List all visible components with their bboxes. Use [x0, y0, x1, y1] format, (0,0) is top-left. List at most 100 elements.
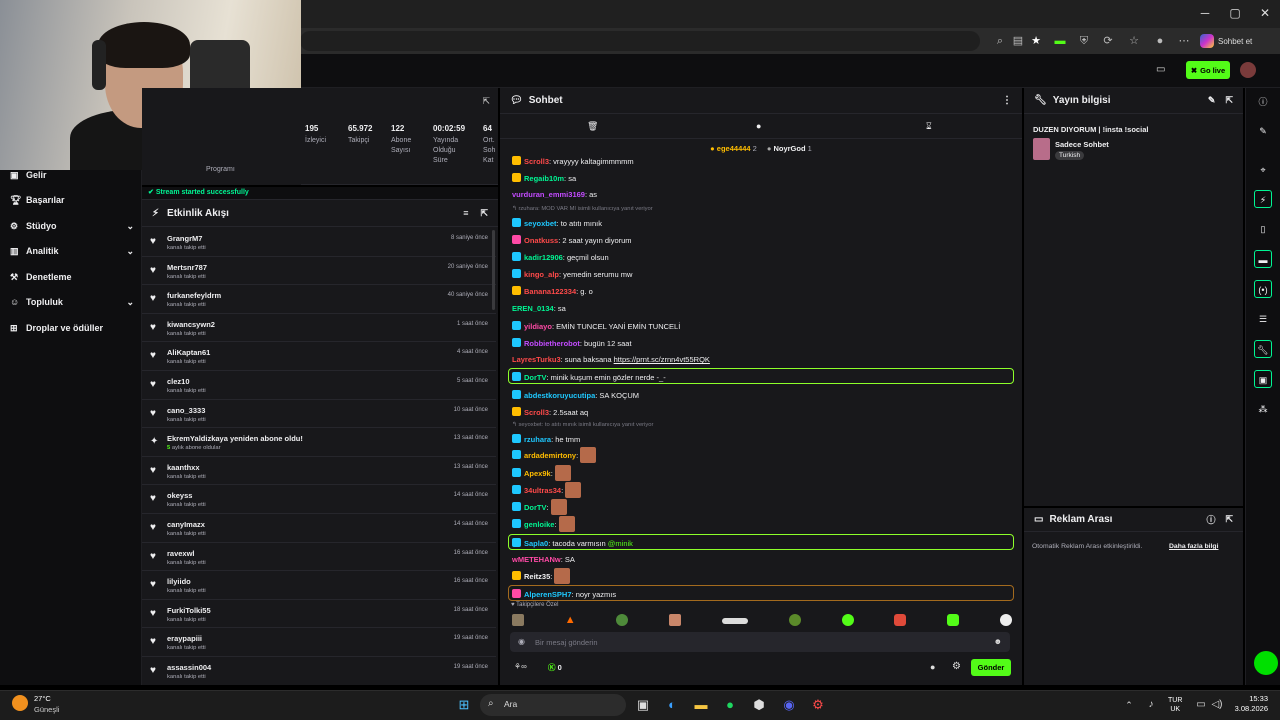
activity-item[interactable]: ♥ clez10 kanalı takip etti 5 saat önce: [142, 371, 496, 400]
category-name[interactable]: Sadece Sohbet: [1055, 140, 1109, 149]
chat-message[interactable]: yildiayo: EMİN TUNCEL YANİ EMİN TUNCELİ: [512, 320, 680, 331]
task-view-icon[interactable]: ▣: [634, 696, 652, 714]
chat-username[interactable]: Robbietherobot: [524, 339, 580, 348]
app-icon[interactable]: ⬢: [750, 696, 768, 714]
sidebar-item-droplar[interactable]: ⊞ Droplar ve ödüller: [10, 318, 134, 338]
chat-message[interactable]: 34ultras34:: [512, 481, 582, 498]
weather-temp[interactable]: 27°C: [34, 694, 51, 703]
settings-icon[interactable]: ⚙: [952, 661, 961, 672]
chat-message[interactable]: Reitz35:: [512, 568, 571, 585]
activity-item[interactable]: ♥ okeyss kanalı takip etti 14 saat önce: [142, 485, 496, 514]
popout-icon[interactable]: ⇱: [480, 208, 488, 219]
emote-icon[interactable]: [999, 614, 1012, 626]
chat-message[interactable]: rzuhara: he tmm: [512, 434, 580, 444]
sidebar-item-denetleme[interactable]: ⚒ Denetleme: [10, 267, 134, 287]
wrench-icon[interactable]: 🔧︎: [1254, 340, 1272, 358]
theater-mode-icon[interactable]: ▭: [1156, 64, 1170, 76]
activity-user[interactable]: FurkiTolki55: [167, 606, 211, 615]
chat-username[interactable]: Sapla0: [524, 539, 548, 548]
chat-message[interactable]: genloike:: [512, 516, 575, 533]
emote-icon[interactable]: [947, 614, 960, 626]
chat-username[interactable]: DorTV: [524, 503, 547, 512]
chat-username[interactable]: kadir12906: [524, 253, 563, 262]
activity-user[interactable]: eraypapiii: [167, 634, 202, 643]
chat-username[interactable]: wMETEHANw: [512, 555, 561, 564]
sidebar-item-gelir[interactable]: ▣ Gelir: [10, 165, 134, 185]
activity-item[interactable]: ♥ Mertsnr787 kanalı takip etti 20 saniye ön…: [142, 257, 496, 286]
status-indicator[interactable]: [1254, 651, 1278, 675]
copilot-button[interactable]: Sohbet et: [1200, 32, 1252, 50]
emote-icon[interactable]: [554, 464, 571, 481]
chat-input[interactable]: ◉ Bir mesaj gönderin ☻: [510, 632, 1010, 652]
extension-shield-icon[interactable]: ⛨: [1076, 33, 1092, 49]
chat-message[interactable]: AlperenSPH7: noyr yazmıs: [512, 589, 616, 599]
activity-user[interactable]: ravexwl: [167, 549, 195, 558]
chat-message[interactable]: ardademirtony:: [512, 447, 597, 464]
url-field[interactable]: [300, 31, 980, 51]
activity-user[interactable]: furkanefeyldrm: [167, 291, 221, 300]
chat-username[interactable]: vurduran_emmi3169: [512, 190, 585, 199]
chat-username[interactable]: AlperenSPH7: [524, 590, 572, 599]
popout-icon[interactable]: ⇱: [1225, 95, 1233, 106]
edit-icon[interactable]: ✎: [1254, 122, 1272, 140]
close-icon[interactable]: ✕: [1250, 6, 1280, 22]
more-icon[interactable]: ⋯: [1176, 33, 1192, 49]
chat-message[interactable]: DorTV:: [512, 499, 567, 516]
activity-user[interactable]: okeyss: [167, 491, 192, 500]
chat-message[interactable]: vurduran_emmi3169: as: [512, 190, 597, 199]
sun-icon[interactable]: [12, 695, 28, 711]
chat-username[interactable]: Scroll3: [524, 408, 549, 417]
channel-points[interactable]: Ⓚ 0: [548, 662, 562, 673]
chat-message[interactable]: Robbietherobot: bugün 12 saat: [512, 338, 632, 348]
chat-username[interactable]: Reitz35: [524, 572, 550, 581]
edit-icon[interactable]: ✎: [1208, 95, 1216, 106]
emote-picker-icon[interactable]: ◉: [518, 637, 525, 646]
send-button[interactable]: Gönder: [971, 659, 1011, 676]
activity-item[interactable]: ♥ kaanthxx kanalı takip etti 13 saat önce: [142, 457, 496, 486]
app-icon[interactable]: ⚙: [809, 696, 827, 714]
chat-message[interactable]: Apex9k:: [512, 464, 571, 481]
chat-message[interactable]: Onatkuss: 2 saat yayın diyorum: [512, 234, 632, 245]
chat-username[interactable]: abdestkoruyucutipa: [524, 391, 595, 400]
activity-user[interactable]: GrangrM7: [167, 234, 202, 243]
bolt-icon[interactable]: ⚡︎: [1254, 190, 1272, 208]
info-icon[interactable]: ⓘ: [1206, 513, 1215, 526]
chat-message[interactable]: LayresTurku3: suna baksana https://prnt.…: [512, 355, 710, 364]
chat-message[interactable]: DorTV: minik kuşum emin gözler nerde -_-: [512, 372, 666, 382]
windows-start-icon[interactable]: ⊞: [455, 696, 473, 714]
activity-item[interactable]: ✦ EkremYaldizkaya yeniden abone oldu! 5 ay…: [142, 428, 496, 457]
trash-icon[interactable]: 🗑︎: [587, 121, 598, 132]
slow-mode-icon[interactable]: ⌛︎: [926, 121, 932, 132]
chat-mode-icon[interactable]: ●: [756, 121, 761, 131]
chat-username[interactable]: Banana122334: [524, 287, 576, 296]
chat-message[interactable]: abdestkoruyucutipa: SA KOÇUM: [512, 389, 639, 400]
sidebar-item-analitik[interactable]: ▥ Analitik ⌄: [10, 241, 134, 261]
chat-username[interactable]: kingo_alp: [524, 270, 559, 279]
chat-username[interactable]: rzuhara: [524, 435, 551, 444]
tag-badge[interactable]: Turkish: [1055, 151, 1085, 160]
language-indicator[interactable]: TUR UK: [1168, 696, 1182, 714]
smiley-icon[interactable]: ☻: [994, 637, 1002, 646]
sidebar-item-studyo[interactable]: ⚙ Stüdyo ⌄: [10, 216, 134, 236]
activity-user[interactable]: kiwancsywn2: [167, 320, 215, 329]
info-icon[interactable]: ⓘ: [1254, 93, 1272, 111]
activity-item[interactable]: ♥ ravexwl kanalı takip etti 16 saat önce: [142, 543, 496, 572]
go-live-button[interactable]: ✖ Go live: [1186, 61, 1230, 79]
chat-username[interactable]: LayresTurku3: [512, 355, 561, 364]
activity-item[interactable]: ♥ kiwancsywn2 kanalı takip etti 1 saat önce: [142, 314, 496, 343]
popout-icon[interactable]: ⇱: [1225, 514, 1233, 525]
activity-item[interactable]: ♥ cano_3333 kanalı takip etti 10 saat önce: [142, 400, 496, 429]
chat-message[interactable]: Banana122334: g. o: [512, 286, 593, 296]
moderation-tools-icon[interactable]: ⚘∞: [514, 662, 527, 671]
chat-message[interactable]: Regaib10m: sa: [512, 173, 576, 183]
chat-message[interactable]: seyoxbet: to atıtı mınık: [512, 217, 602, 228]
spotify-icon[interactable]: ●: [721, 696, 739, 714]
chat-username[interactable]: genloike: [524, 520, 554, 529]
avatar[interactable]: [1240, 62, 1256, 78]
chat-message[interactable]: kadir12906: geçmil olsun: [512, 252, 609, 262]
chat-link[interactable]: https://prnt.sc/zrnn4vt55RQK: [614, 355, 710, 364]
popout-icon[interactable]: ⇱: [482, 96, 490, 107]
activity-item[interactable]: ♥ AliKaptan61 kanalı takip etti 4 saat önce: [142, 342, 496, 371]
scrollbar[interactable]: [492, 230, 495, 310]
activity-user[interactable]: EkremYaldizkaya yeniden abone oldu!: [167, 434, 303, 443]
